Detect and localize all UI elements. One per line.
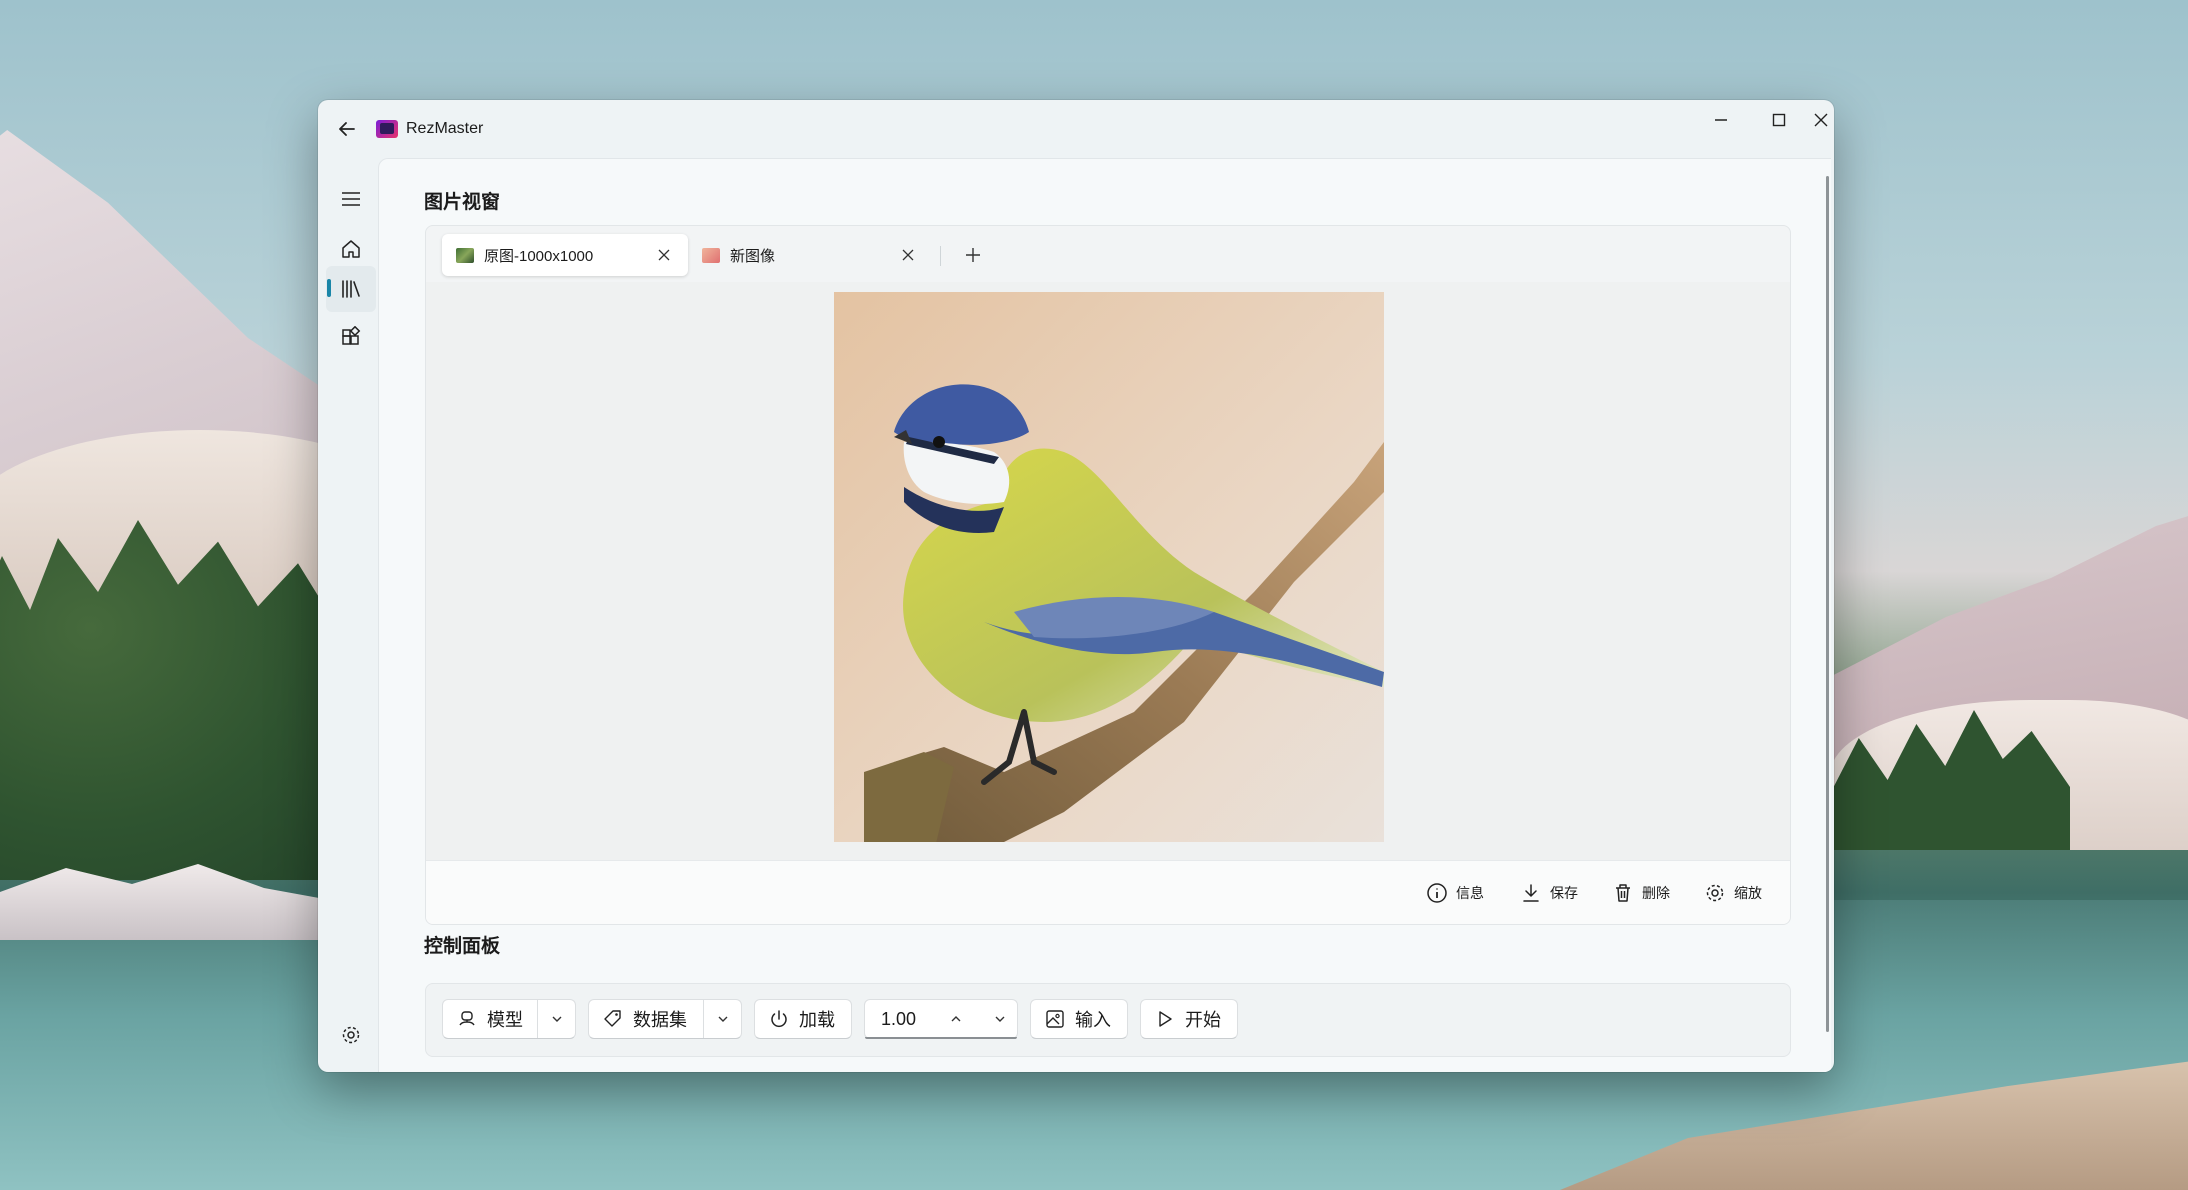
close-icon xyxy=(902,249,914,261)
input-button[interactable]: 输入 xyxy=(1030,999,1128,1039)
maximize-icon xyxy=(1772,113,1786,127)
delete-button[interactable]: 删除 xyxy=(1612,878,1670,908)
model-icon xyxy=(459,1011,475,1026)
dataset-dropdown-button[interactable] xyxy=(704,1000,742,1038)
tab-new-image[interactable]: 新图像 xyxy=(688,234,934,276)
play-icon xyxy=(1159,1011,1172,1027)
input-underline xyxy=(865,1037,1017,1039)
save-button[interactable]: 保存 xyxy=(1520,878,1578,908)
zoom-label: 缩放 xyxy=(1734,885,1762,901)
image-icon xyxy=(1046,1010,1064,1028)
minimize-button[interactable] xyxy=(1692,100,1750,140)
content-pane: 图片视窗 原图-1000x1000 新图像 信息 保存 删除 缩放 控制面板 模… xyxy=(378,158,1831,1072)
delete-label: 删除 xyxy=(1642,885,1670,901)
chevron-down-icon xyxy=(552,1016,562,1022)
chevron-down-icon xyxy=(995,1016,1005,1022)
title-bar: RezMaster xyxy=(318,100,1834,156)
model-dropdown-button[interactable] xyxy=(538,1000,576,1038)
image-view-title: 图片视窗 xyxy=(424,192,501,213)
app-logo-icon xyxy=(376,120,398,138)
model-label: 模型 xyxy=(487,1010,523,1030)
nav-home[interactable] xyxy=(326,228,376,270)
dataset-button[interactable]: 数据集 xyxy=(589,1000,687,1038)
bird-photo xyxy=(834,292,1384,842)
minimize-icon xyxy=(1715,119,1727,121)
control-panel: 模型 数据集 加载 1.00 输入 开始 xyxy=(425,983,1791,1057)
image-canvas xyxy=(426,282,1790,860)
close-button[interactable] xyxy=(1808,100,1834,140)
nav-library[interactable] xyxy=(326,266,376,312)
start-button[interactable]: 开始 xyxy=(1140,999,1238,1039)
image-viewer: 原图-1000x1000 新图像 信息 保存 删除 缩放 xyxy=(425,225,1791,925)
gear-icon xyxy=(1706,884,1724,902)
tab-original-close[interactable] xyxy=(654,245,674,265)
library-icon xyxy=(342,280,360,298)
scale-decrement-button[interactable] xyxy=(985,1000,1015,1038)
chevron-down-icon xyxy=(718,1016,728,1022)
info-button[interactable]: 信息 xyxy=(1426,878,1484,908)
nav-menu-button[interactable] xyxy=(326,178,376,220)
tab-new-image-label: 新图像 xyxy=(730,247,776,265)
dataset-label: 数据集 xyxy=(633,1010,687,1030)
settings-icon xyxy=(342,1026,360,1044)
vertical-scrollbar[interactable] xyxy=(1826,176,1829,1032)
control-panel-title: 控制面板 xyxy=(424,936,501,957)
maximize-button[interactable] xyxy=(1750,100,1808,140)
tab-separator xyxy=(940,246,941,266)
info-icon xyxy=(1427,883,1447,903)
app-window: RezMaster 图片视窗 原图-1000x1000 新图像 信息 保存 删除… xyxy=(318,100,1834,1072)
image-preview xyxy=(834,292,1384,842)
tag-icon xyxy=(604,1010,621,1027)
scale-number-box[interactable]: 1.00 xyxy=(864,999,1018,1039)
viewer-toolbar: 信息 保存 删除 缩放 xyxy=(426,860,1790,924)
power-icon xyxy=(771,1010,787,1028)
image-thumbnail-icon xyxy=(456,247,474,263)
scale-value: 1.00 xyxy=(881,1009,917,1029)
plus-icon xyxy=(966,248,980,262)
load-button[interactable]: 加载 xyxy=(754,999,852,1039)
close-icon xyxy=(1814,113,1828,127)
download-icon xyxy=(1523,884,1539,902)
add-tab-button[interactable] xyxy=(958,240,988,270)
nav-settings[interactable] xyxy=(326,1014,376,1056)
save-label: 保存 xyxy=(1550,885,1578,901)
load-label: 加载 xyxy=(799,1010,835,1030)
image-thumbnail-icon xyxy=(702,247,720,263)
trash-icon xyxy=(1616,884,1630,902)
zoom-button[interactable]: 缩放 xyxy=(1704,878,1762,908)
tab-original[interactable]: 原图-1000x1000 xyxy=(442,234,688,276)
app-title: RezMaster xyxy=(406,120,484,137)
back-button[interactable] xyxy=(332,114,362,144)
input-label: 输入 xyxy=(1075,1010,1111,1030)
tab-original-label: 原图-1000x1000 xyxy=(484,247,594,265)
close-icon xyxy=(658,249,670,261)
model-split-button: 模型 xyxy=(442,999,576,1039)
model-button[interactable]: 模型 xyxy=(443,1000,523,1038)
tab-strip: 原图-1000x1000 新图像 xyxy=(426,226,1790,282)
tab-new-image-close[interactable] xyxy=(898,245,918,265)
nav-extensions[interactable] xyxy=(326,316,376,358)
scale-increment-button[interactable] xyxy=(941,1000,971,1038)
start-label: 开始 xyxy=(1185,1010,1221,1030)
chevron-up-icon xyxy=(951,1016,961,1022)
home-icon xyxy=(342,240,360,258)
back-arrow-icon xyxy=(339,122,355,136)
apps-icon xyxy=(342,326,361,345)
nav-active-indicator xyxy=(327,279,331,297)
dataset-split-button: 数据集 xyxy=(588,999,742,1039)
hamburger-icon xyxy=(342,192,360,206)
info-label: 信息 xyxy=(1456,885,1484,901)
